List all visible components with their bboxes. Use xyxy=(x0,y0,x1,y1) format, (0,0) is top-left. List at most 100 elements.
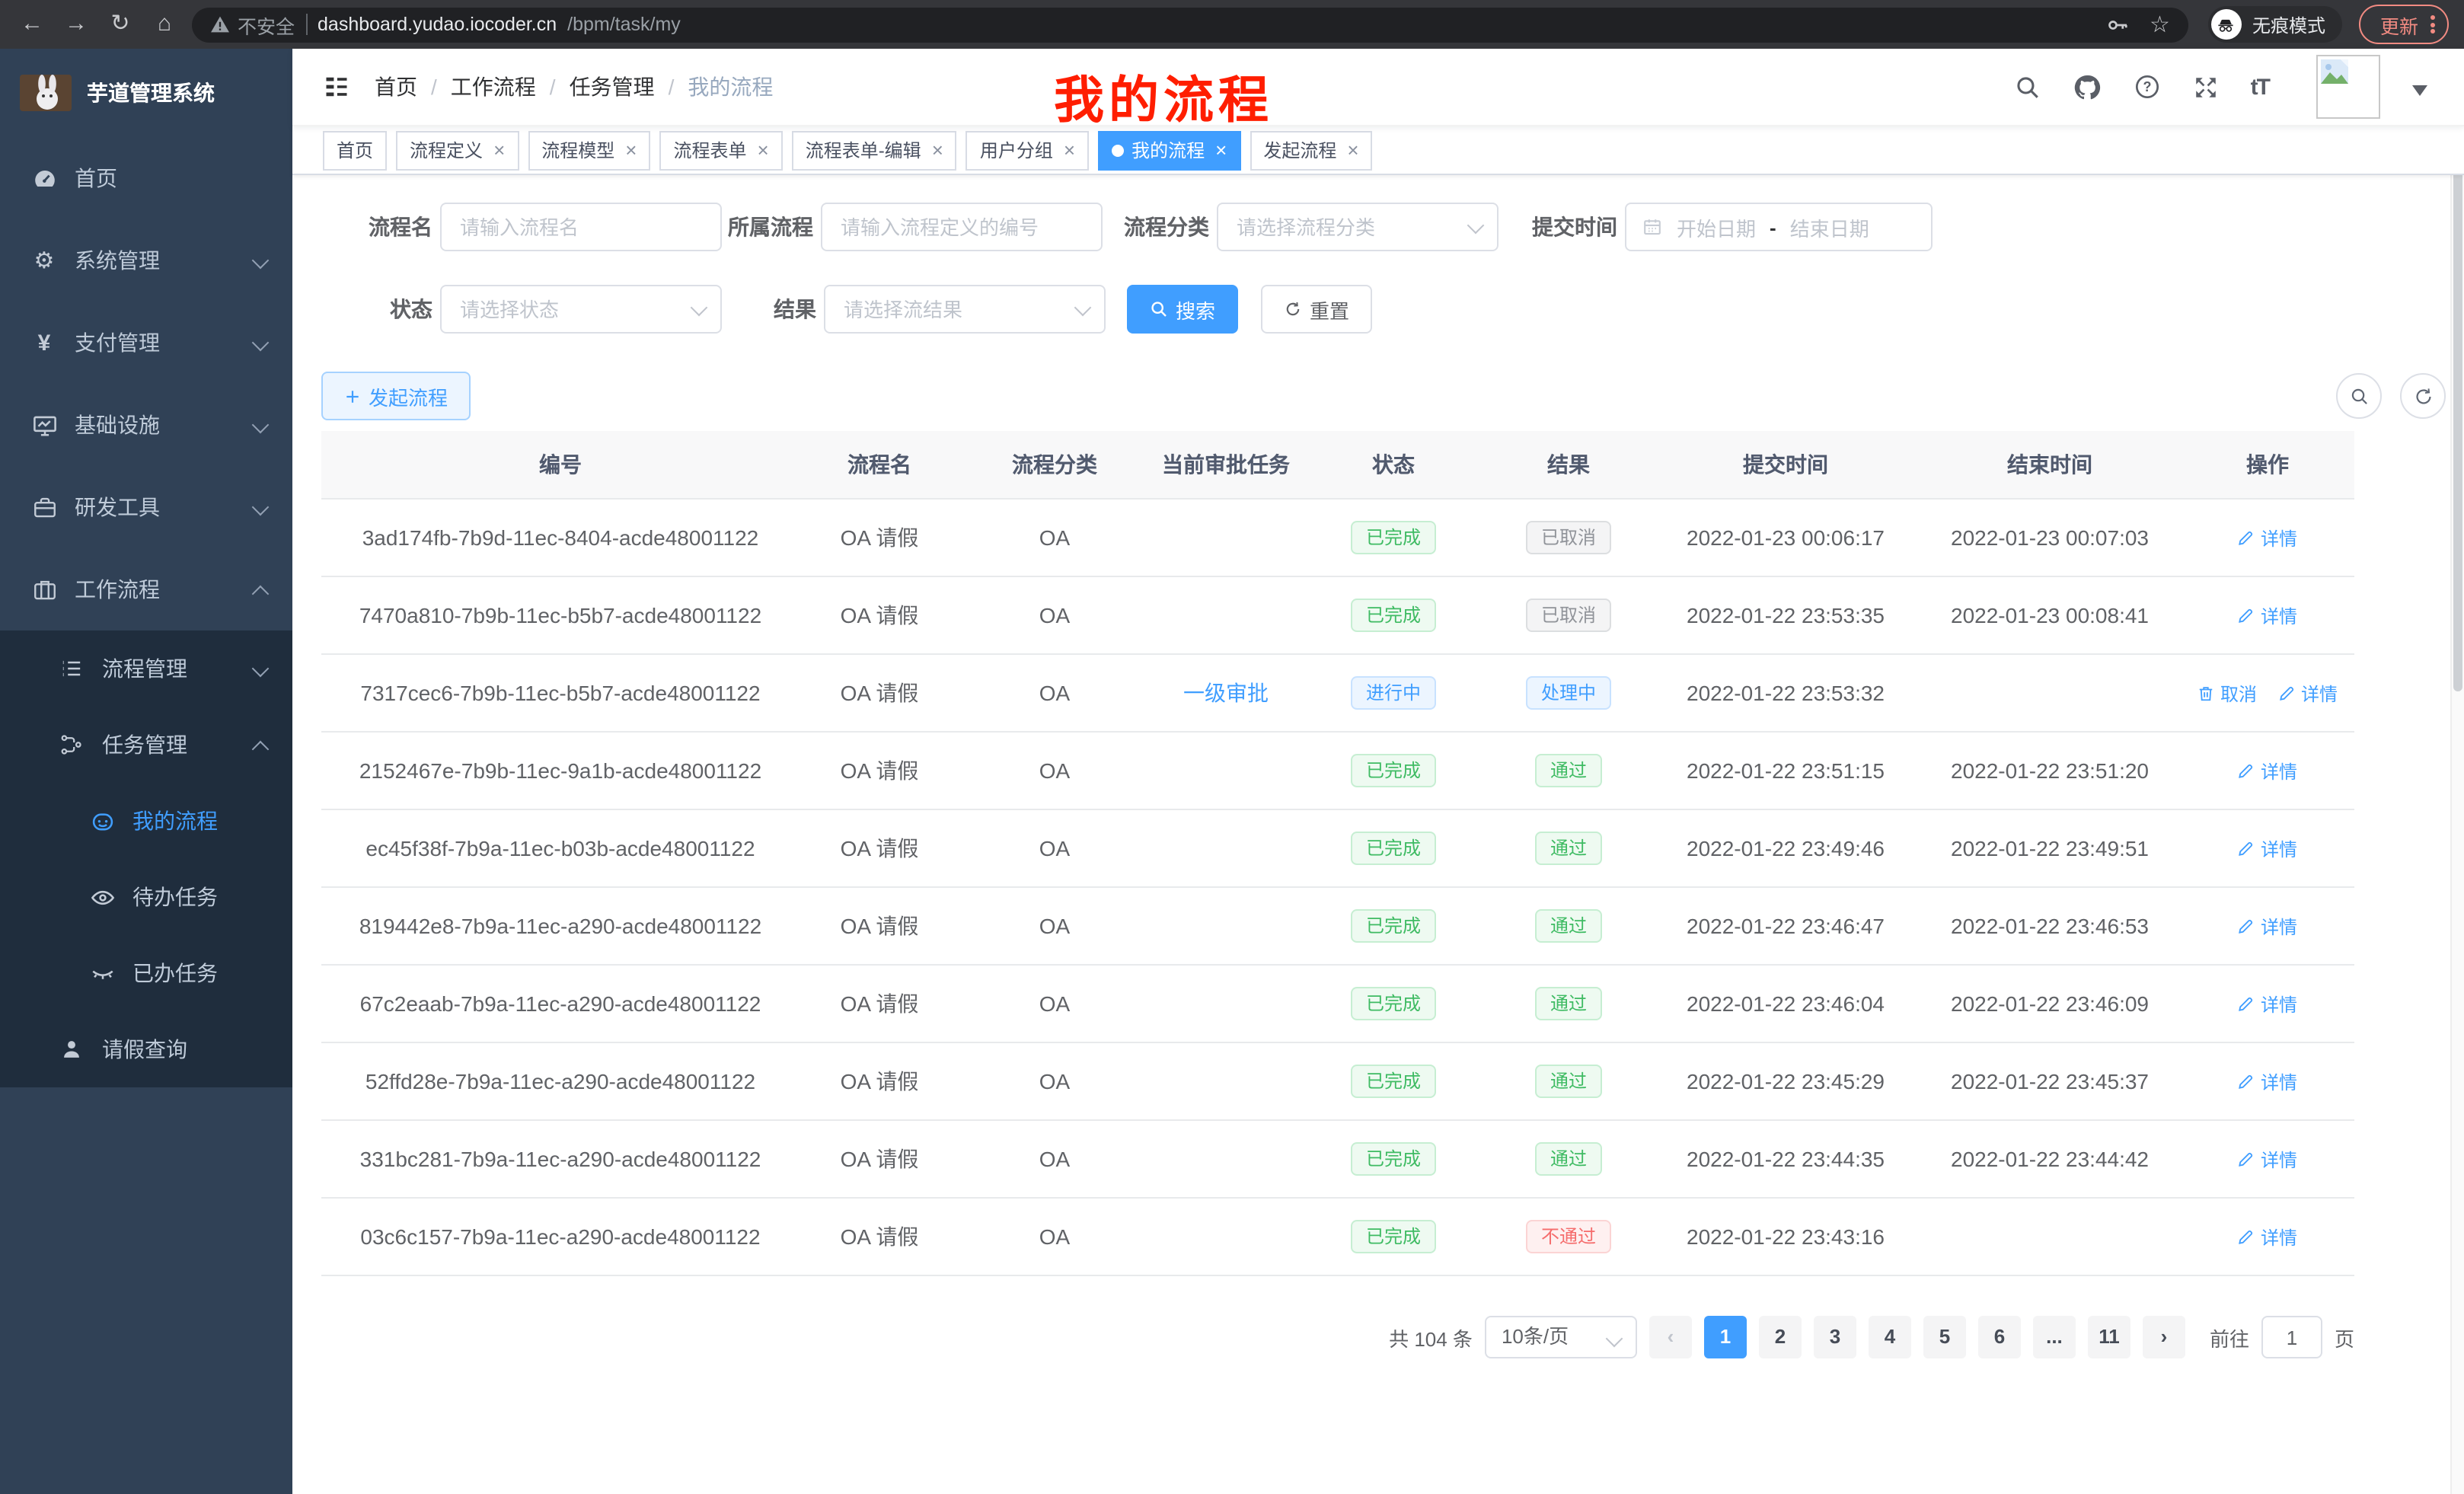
bookmark-star-icon[interactable]: ☆ xyxy=(2150,13,2170,36)
tag-view-tab[interactable]: 我的流程× xyxy=(1098,130,1240,170)
search-icon[interactable] xyxy=(2015,74,2041,100)
sidebar-item-my-processes[interactable]: 我的流程 xyxy=(0,783,292,859)
sidebar-item-task-management[interactable]: 任务管理 xyxy=(0,707,292,783)
app-logo: 芋道管理系统 xyxy=(0,49,292,137)
caret-down-icon[interactable] xyxy=(2412,85,2427,104)
tab-close-icon[interactable]: × xyxy=(625,139,637,161)
sidebar-item-system-management[interactable]: ⚙ 系统管理 xyxy=(0,219,292,302)
browser-forward-button[interactable]: → xyxy=(59,8,93,41)
pager-ellipsis[interactable]: ... xyxy=(2033,1316,2076,1358)
detail-button[interactable]: 详情 xyxy=(2238,991,2297,1017)
sidebar-item-workflow[interactable]: 工作流程 xyxy=(0,548,292,630)
help-icon[interactable]: ? xyxy=(2134,73,2161,101)
tab-close-icon[interactable]: × xyxy=(1347,139,1358,161)
next-page-button[interactable]: › xyxy=(2143,1316,2185,1358)
goto-page-input[interactable] xyxy=(2261,1316,2322,1358)
browser-home-button[interactable]: ⌂ xyxy=(148,8,181,41)
page-button[interactable]: 11 xyxy=(2088,1316,2130,1358)
result-select-input[interactable] xyxy=(824,285,1106,334)
tag-view-tab[interactable]: 用户分组× xyxy=(966,130,1089,170)
detail-button[interactable]: 详情 xyxy=(2278,680,2338,706)
reset-button[interactable]: 重置 xyxy=(1261,285,1372,334)
detail-button[interactable]: 详情 xyxy=(2238,758,2297,784)
detail-button[interactable]: 详情 xyxy=(2238,913,2297,939)
tab-close-icon[interactable]: × xyxy=(932,139,943,161)
tab-close-icon[interactable]: × xyxy=(758,139,769,161)
page-button[interactable]: 3 xyxy=(1814,1316,1856,1358)
status-select-input[interactable] xyxy=(440,285,722,334)
breadcrumb-task-management[interactable]: 任务管理 xyxy=(570,72,655,102)
refresh-table-button[interactable] xyxy=(2400,373,2446,419)
font-size-icon[interactable]: tT xyxy=(2251,74,2269,100)
breadcrumb-home[interactable]: 首页 xyxy=(375,72,417,102)
page-button[interactable]: 1 xyxy=(1704,1316,1747,1358)
detail-button[interactable]: 详情 xyxy=(2238,1146,2297,1172)
tab-close-icon[interactable]: × xyxy=(1215,139,1227,161)
robot-icon xyxy=(88,808,116,834)
tag-view-tab[interactable]: 流程模型 × xyxy=(528,130,650,170)
detail-button[interactable]: 详情 xyxy=(2238,525,2297,551)
show-search-button[interactable] xyxy=(2336,373,2382,419)
row-actions-cell: 详情 xyxy=(2181,499,2354,576)
sidebar-item-label: 首页 xyxy=(75,163,117,193)
sidebar-item-infrastructure[interactable]: 基础设施 xyxy=(0,384,292,466)
sidebar-item-label: 我的流程 xyxy=(132,806,218,836)
sidebar-item-leave-query[interactable]: 请假查询 xyxy=(0,1011,292,1087)
search-button[interactable]: 搜索 xyxy=(1127,285,1238,334)
page-size-select[interactable]: 10条/页 xyxy=(1485,1316,1637,1358)
chevron-up-icon xyxy=(252,585,270,602)
sidebar-item-todo-tasks[interactable]: 待办任务 xyxy=(0,859,292,935)
hamburger-icon[interactable] xyxy=(323,73,350,101)
browser-reload-button[interactable]: ↻ xyxy=(104,8,137,41)
avatar[interactable] xyxy=(2316,55,2380,119)
page-button[interactable]: 5 xyxy=(1923,1316,1966,1358)
detail-button[interactable]: 详情 xyxy=(2238,1224,2297,1250)
result-select[interactable] xyxy=(824,285,1106,334)
detail-button[interactable]: 详情 xyxy=(2238,835,2297,861)
page-button[interactable]: 6 xyxy=(1978,1316,2021,1358)
key-icon[interactable] xyxy=(2105,13,2128,36)
process-def-input[interactable] xyxy=(821,203,1103,251)
cancel-button[interactable]: 取消 xyxy=(2197,680,2257,706)
github-icon[interactable] xyxy=(2073,72,2102,101)
row-actions-cell: 详情 xyxy=(2181,887,2354,965)
sidebar-item-done-tasks[interactable]: 已办任务 xyxy=(0,935,292,1011)
sidebar-item-home[interactable]: 首页 xyxy=(0,137,292,219)
sidebar-item-process-management[interactable]: 流程管理 xyxy=(0,630,292,707)
sidebar-item-dev-tools[interactable]: 研发工具 xyxy=(0,466,292,548)
status-select[interactable] xyxy=(440,285,722,334)
tag-view-tab[interactable]: 发起流程× xyxy=(1250,130,1372,170)
detail-button[interactable]: 详情 xyxy=(2238,602,2297,628)
tab-close-icon[interactable]: × xyxy=(493,139,505,161)
page-size-value[interactable]: 10条/页 xyxy=(1485,1316,1637,1358)
create-process-button[interactable]: 发起流程 xyxy=(321,372,471,420)
breadcrumb-workflow[interactable]: 工作流程 xyxy=(451,72,536,102)
tag-view-tab[interactable]: 流程定义× xyxy=(396,130,519,170)
briefcase-icon xyxy=(30,494,58,520)
detail-button[interactable]: 详情 xyxy=(2238,1068,2297,1094)
browser-update-button[interactable]: 更新 xyxy=(2359,5,2449,44)
address-bar[interactable]: 不安全 dashboard.yudao.iocoder.cn/bpm/task/… xyxy=(192,7,2188,42)
tag-view-tab[interactable]: 首页 xyxy=(323,130,387,170)
fullscreen-icon[interactable] xyxy=(2193,74,2219,100)
sidebar-item-payment-management[interactable]: ¥ 支付管理 xyxy=(0,302,292,384)
process-name-input[interactable] xyxy=(440,203,722,251)
tab-label: 流程模型 xyxy=(541,137,614,163)
process-id-cell: 331bc281-7b9a-11ec-a290-acde48001122 xyxy=(321,1120,800,1198)
category-select-input[interactable] xyxy=(1217,203,1499,251)
process-name-cell: OA 请假 xyxy=(800,654,959,732)
browser-back-button[interactable]: ← xyxy=(15,8,49,41)
date-range-picker[interactable]: 开始日期 - 结束日期 xyxy=(1625,203,1933,251)
prev-page-button[interactable]: ‹ xyxy=(1649,1316,1692,1358)
tag-view-tab[interactable]: 流程表单-编辑× xyxy=(792,130,957,170)
current-task-link[interactable]: 一级审批 xyxy=(1183,681,1269,705)
tree-icon xyxy=(58,733,85,757)
tag-view-tab[interactable]: 流程表单× xyxy=(659,130,782,170)
page-button[interactable]: 4 xyxy=(1869,1316,1911,1358)
tab-label: 首页 xyxy=(337,137,373,163)
current-task-cell: 一级审批 xyxy=(1150,654,1302,732)
tab-close-icon[interactable]: × xyxy=(1064,139,1075,161)
category-select[interactable] xyxy=(1217,203,1499,251)
browser-menu-icon[interactable] xyxy=(2430,13,2435,36)
page-button[interactable]: 2 xyxy=(1759,1316,1802,1358)
